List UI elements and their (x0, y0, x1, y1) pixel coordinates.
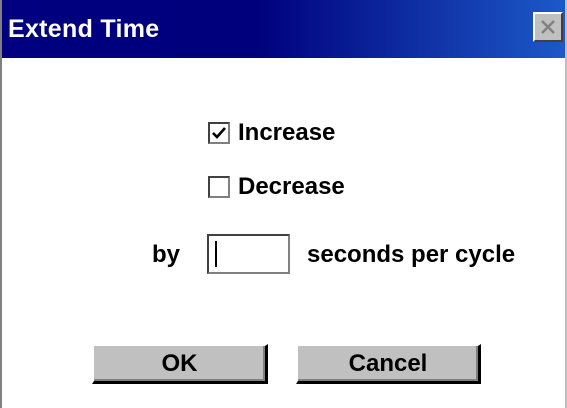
extend-time-dialog: Extend Time Increase Decrease by seconds… (0, 0, 567, 408)
window-title: Extend Time (8, 15, 160, 43)
decrease-option[interactable]: Decrease (208, 172, 345, 202)
increase-label: Increase (238, 119, 336, 146)
close-button[interactable] (533, 12, 563, 42)
text-caret (215, 241, 217, 267)
by-label: by (152, 241, 181, 268)
checkmark-icon (212, 127, 226, 139)
window-frame-left (0, 0, 2, 408)
increase-checkbox[interactable] (208, 122, 230, 144)
increase-option[interactable]: Increase (208, 118, 335, 148)
seconds-input[interactable] (207, 234, 290, 274)
decrease-label: Decrease (238, 173, 345, 200)
title-bar[interactable]: Extend Time (2, 0, 565, 58)
decrease-checkbox[interactable] (208, 176, 230, 198)
seconds-per-cycle-label: seconds per cycle (307, 241, 516, 268)
ok-button[interactable]: OK (92, 344, 268, 384)
close-x-icon (541, 20, 555, 34)
cancel-button[interactable]: Cancel (296, 344, 481, 384)
